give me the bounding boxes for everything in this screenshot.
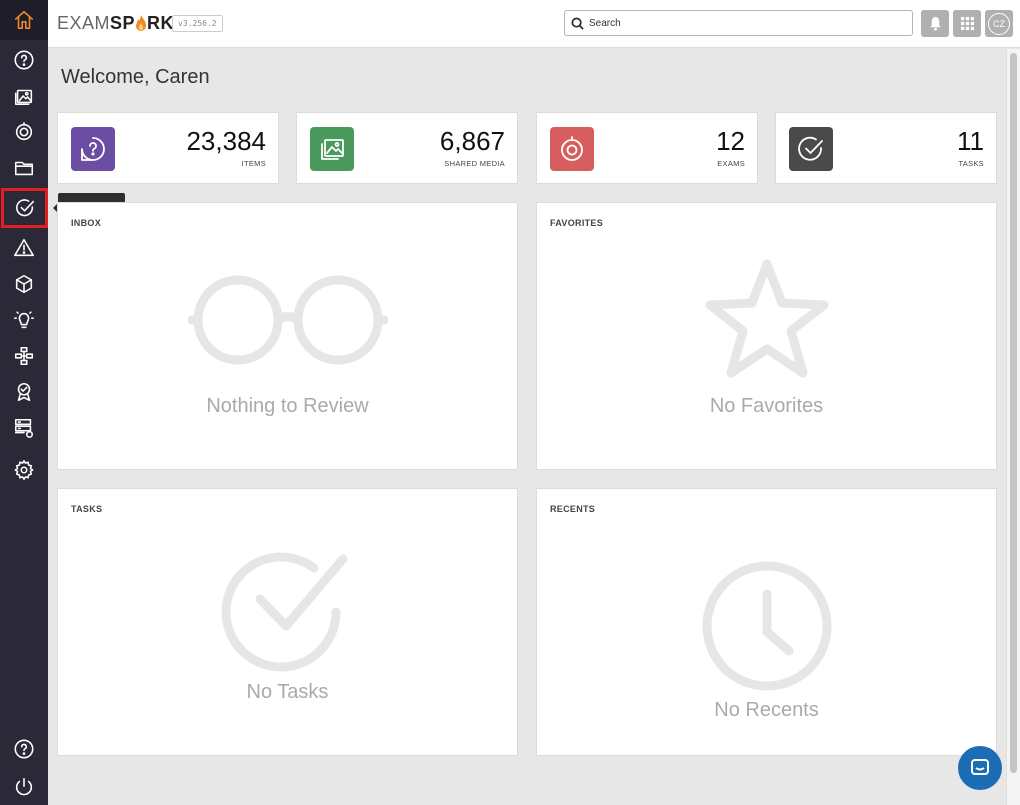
stat-card-exams[interactable]: 12 EXAMS xyxy=(536,112,758,184)
stat-card-tasks[interactable]: 11 TASKS xyxy=(775,112,997,184)
favorites-panel: FAVORITES No Favorites xyxy=(536,202,997,470)
vertical-scrollbar[interactable] xyxy=(1006,49,1020,805)
exams-label: EXAMS xyxy=(717,159,745,168)
idea-icon xyxy=(14,311,34,329)
search-input[interactable] xyxy=(589,17,889,29)
sidebar xyxy=(0,0,48,805)
bell-icon xyxy=(929,16,941,31)
items-label: ITEMS xyxy=(241,159,266,168)
apps-grid-button[interactable] xyxy=(953,10,981,37)
top-header: EXAM SP RK v3.256.2 CZ xyxy=(48,0,1020,48)
exam-icon xyxy=(15,122,33,141)
media-icon-box xyxy=(310,127,354,171)
sidebar-item-folders[interactable] xyxy=(0,150,48,186)
panel-title: RECENTS xyxy=(550,504,596,514)
package-icon xyxy=(15,274,33,294)
question-bubble-icon xyxy=(81,137,105,161)
tasks-icon-box xyxy=(789,127,833,171)
sidebar-item-media[interactable] xyxy=(0,78,48,114)
servers-icon xyxy=(14,418,34,438)
panel-title: INBOX xyxy=(71,218,102,228)
panel-title: FAVORITES xyxy=(550,218,604,228)
folder-icon xyxy=(14,161,34,176)
tasks-icon xyxy=(798,136,823,161)
user-avatar-button[interactable]: CZ xyxy=(985,10,1013,37)
sidebar-item-items[interactable] xyxy=(0,42,48,78)
sidebar-item-workflow[interactable] xyxy=(0,338,48,374)
sidebar-item-tasks[interactable] xyxy=(1,188,48,228)
search-box[interactable] xyxy=(564,10,913,36)
home-icon xyxy=(14,10,34,30)
sidebar-item-alerts[interactable] xyxy=(0,230,48,266)
sidebar-item-home[interactable] xyxy=(0,0,48,40)
help-icon xyxy=(14,739,34,759)
stat-card-shared-media[interactable]: 6,867 SHARED MEDIA xyxy=(296,112,518,184)
badge-icon xyxy=(17,382,31,402)
star-icon xyxy=(702,258,832,388)
check-circle-icon xyxy=(218,544,358,684)
media-icon xyxy=(14,89,33,106)
chat-launcher-button[interactable] xyxy=(958,746,1002,790)
items-icon-box xyxy=(71,127,115,171)
workflow-icon xyxy=(14,346,34,366)
sidebar-help-button[interactable] xyxy=(0,731,48,767)
empty-state-text: No Tasks xyxy=(246,681,329,703)
power-icon xyxy=(15,777,33,796)
version-badge: v3.256.2 xyxy=(172,15,223,32)
tasks-label: TASKS xyxy=(958,159,984,168)
empty-state-text: Nothing to Review xyxy=(206,395,369,417)
sidebar-item-servers[interactable] xyxy=(0,410,48,446)
stat-card-items[interactable]: 23,384 ITEMS xyxy=(57,112,279,184)
shared-media-label: SHARED MEDIA xyxy=(444,159,505,168)
help-icon xyxy=(14,50,34,70)
page-title: Welcome, Caren xyxy=(61,66,210,88)
chat-icon xyxy=(971,759,989,775)
sidebar-item-settings[interactable] xyxy=(0,452,48,488)
notifications-button[interactable] xyxy=(921,10,949,37)
tasks-icon xyxy=(15,199,34,217)
sidebar-item-badges[interactable] xyxy=(0,374,48,410)
glasses-icon xyxy=(187,275,388,370)
exams-count: 12 xyxy=(716,126,745,156)
inbox-panel: INBOX Nothing to Review xyxy=(57,202,518,470)
settings-icon xyxy=(14,460,34,480)
tasks-count: 11 xyxy=(957,126,984,156)
media-icon xyxy=(321,139,344,160)
items-count: 23,384 xyxy=(186,126,266,156)
recents-panel: RECENTS No Recents xyxy=(536,488,997,756)
sidebar-item-ideas[interactable] xyxy=(0,302,48,338)
scroll-thumb[interactable] xyxy=(1010,53,1017,773)
avatar: CZ xyxy=(988,12,1010,35)
grid-icon xyxy=(960,16,974,31)
sidebar-logout-button[interactable] xyxy=(0,769,48,805)
sidebar-item-exams[interactable] xyxy=(0,114,48,150)
clock-icon xyxy=(697,559,837,699)
panel-title: TASKS xyxy=(71,504,103,514)
flame-icon xyxy=(136,14,147,31)
dashboard-main: Welcome, Caren 23,384 ITEMS 6,867 SHARED… xyxy=(48,49,1006,805)
tasks-panel: TASKS No Tasks xyxy=(57,488,518,756)
exams-icon-box xyxy=(550,127,594,171)
search-icon xyxy=(571,16,584,30)
alert-icon xyxy=(14,238,34,257)
exam-icon xyxy=(561,136,583,161)
empty-state-text: No Favorites xyxy=(709,395,824,417)
examspark-logo[interactable]: EXAM SP RK xyxy=(57,13,174,34)
empty-state-text: No Recents xyxy=(714,699,819,721)
sidebar-item-packages[interactable] xyxy=(0,266,48,302)
shared-media-count: 6,867 xyxy=(439,126,505,156)
